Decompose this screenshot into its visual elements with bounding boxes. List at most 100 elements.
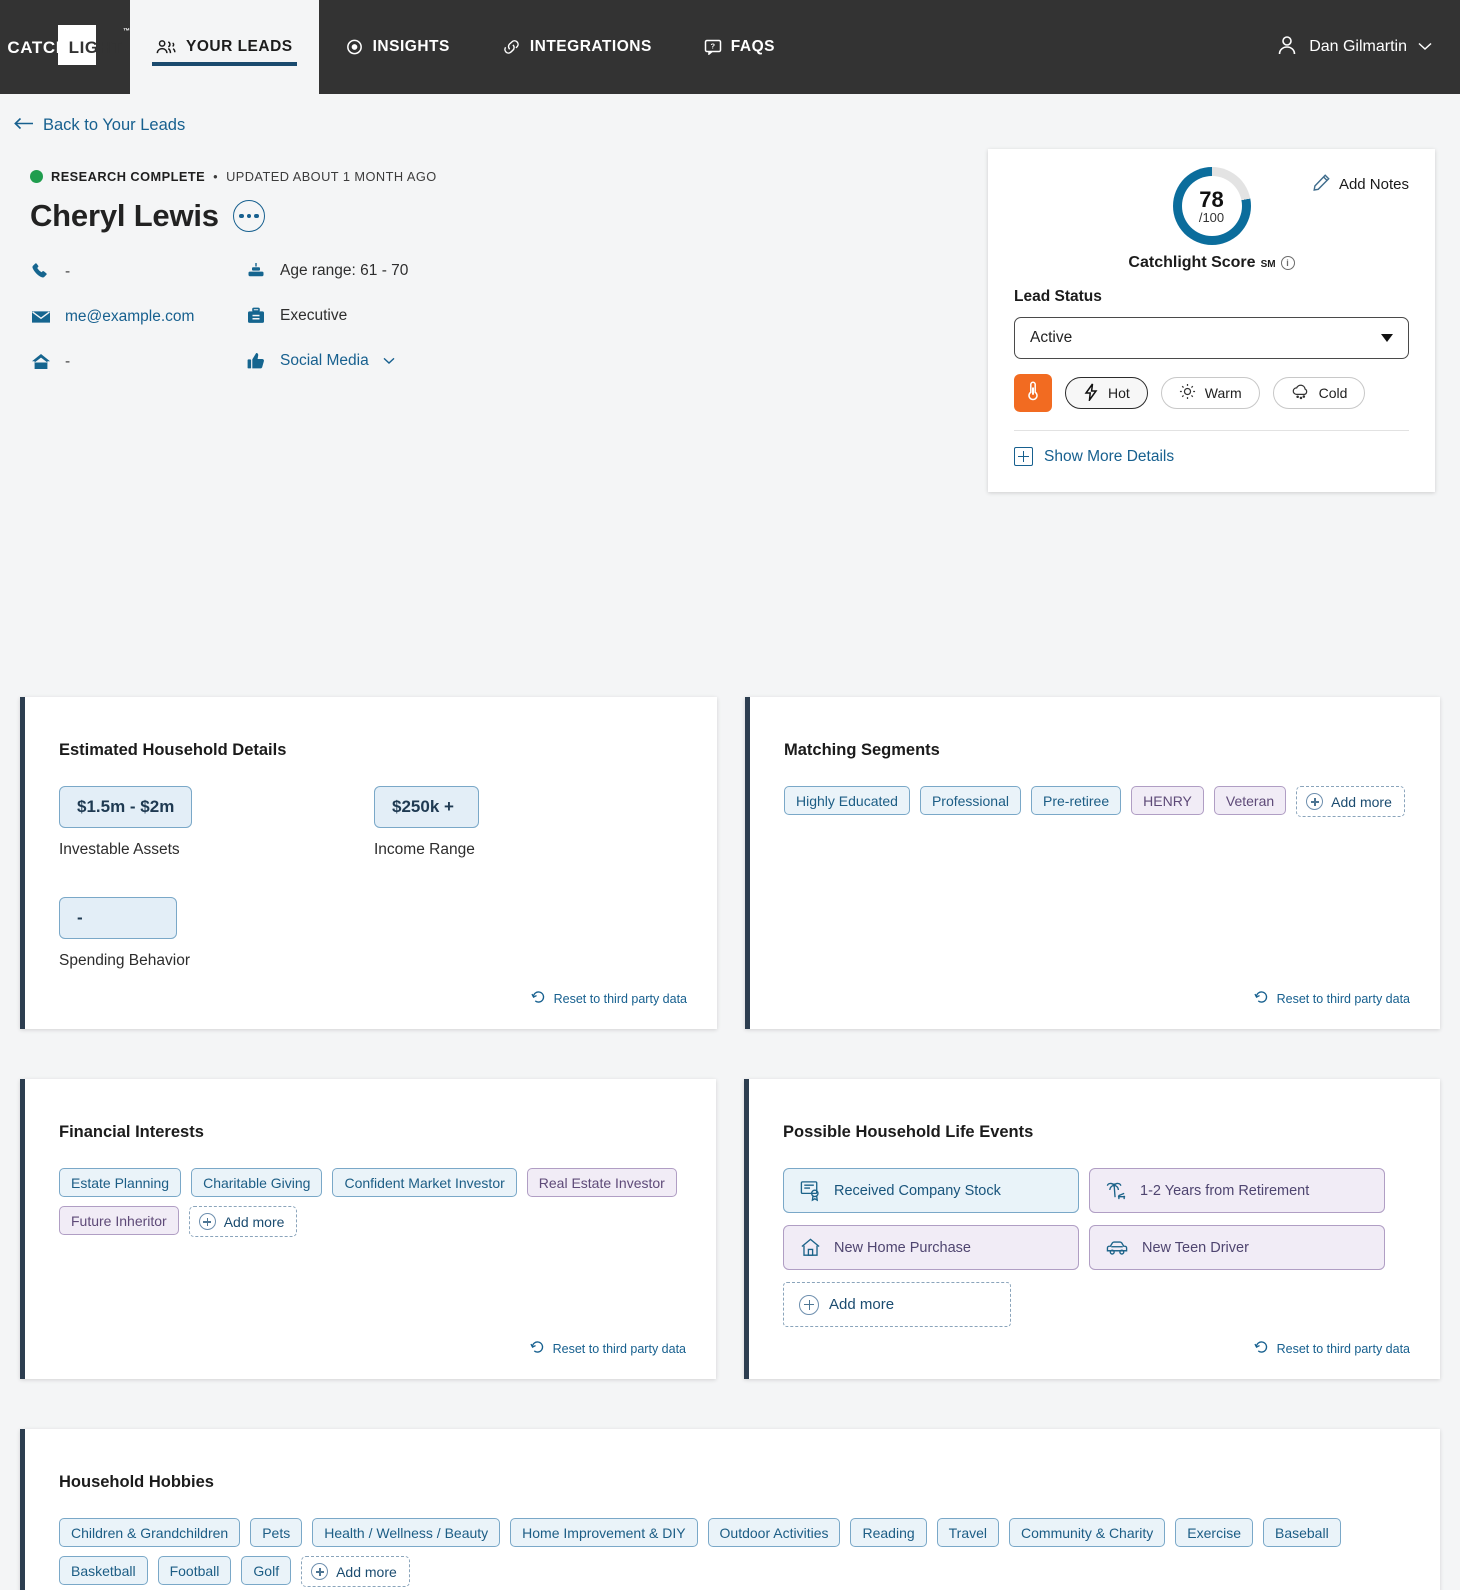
segment-chip[interactable]: Professional (919, 786, 1021, 815)
financial-chip-list: Estate Planning Charitable Giving Confid… (59, 1168, 688, 1237)
tab-integrations[interactable]: INTEGRATIONS (476, 0, 678, 94)
card-life-events-title: Possible Household Life Events (783, 1123, 1034, 1141)
temperature-hot-button[interactable]: Hot (1065, 377, 1148, 409)
palm-beach-icon (1105, 1179, 1128, 1202)
contact-column-left: - me@example.com - (30, 262, 245, 371)
plus-square-icon (1014, 447, 1033, 466)
card-household-details: Estimated Household Details $1.5m - $2m … (20, 697, 717, 1029)
reset-third-party-data-link[interactable]: Reset to third party data (530, 990, 687, 1007)
investable-assets-value[interactable]: $1.5m - $2m (59, 786, 193, 828)
investable-assets-label: Investable Assets (59, 841, 180, 858)
add-more-segments-button[interactable]: Add more (1296, 786, 1405, 817)
financial-chip[interactable]: Real Estate Investor (526, 1168, 677, 1197)
hobby-chip[interactable]: Pets (250, 1518, 303, 1547)
thermometer-button[interactable] (1014, 374, 1052, 412)
more-options-button[interactable] (232, 200, 265, 232)
reset-link-label: Reset to third party data (553, 991, 687, 1006)
card-household-hobbies: Household Hobbies Children & Grandchildr… (20, 1429, 1440, 1590)
thermometer-icon (1025, 380, 1041, 407)
hobby-chip[interactable]: Baseball (1262, 1518, 1341, 1547)
svg-text:?: ? (710, 42, 715, 51)
add-notes-label: Add Notes (1338, 176, 1409, 193)
tab-faqs-label: FAQS (730, 38, 775, 55)
catchlight-score-card: Add Notes 78 /100 Catchlight Score SM i L… (988, 149, 1435, 492)
add-notes-button[interactable]: Add Notes (1312, 173, 1409, 196)
life-event-item[interactable]: 1-2 Years from Retirement (1089, 1168, 1385, 1213)
life-event-item[interactable]: Received Company Stock (783, 1168, 1079, 1213)
home-icon (30, 353, 51, 371)
hobby-chip[interactable]: Exercise (1175, 1518, 1253, 1547)
hobby-chip[interactable]: Golf (241, 1556, 292, 1585)
social-media-row[interactable]: Social Media (245, 352, 460, 370)
info-icon[interactable]: i (1280, 256, 1295, 270)
thumbs-up-icon (245, 352, 266, 370)
user-menu[interactable]: Dan Gilmartin (1276, 0, 1432, 94)
add-more-label: Add more (1331, 793, 1392, 810)
brand-logo[interactable]: CATCHLIGHT ™ (0, 0, 130, 94)
pencil-icon (1312, 173, 1331, 196)
household-field-investable-assets: $1.5m - $2m Investable Assets (59, 786, 374, 859)
add-more-financial-button[interactable]: Add more (188, 1206, 298, 1237)
segment-chip[interactable]: Highly Educated (784, 786, 910, 815)
score-label-sup: SM (1260, 259, 1276, 270)
cards-row-2: Financial Interests Estate Planning Char… (0, 1079, 1460, 1379)
card-financial-title: Financial Interests (59, 1123, 204, 1141)
life-event-item[interactable]: New Teen Driver (1089, 1225, 1385, 1270)
contact-email-row[interactable]: me@example.com (30, 308, 245, 326)
tab-faqs[interactable]: ? FAQS (678, 0, 801, 94)
contact-phone-value: - (65, 262, 71, 280)
show-more-details-button[interactable]: Show More Details (1014, 447, 1409, 466)
hobby-chip[interactable]: Football (157, 1556, 232, 1585)
financial-chip[interactable]: Confident Market Investor (332, 1168, 517, 1197)
hobby-chip[interactable]: Health / Wellness / Beauty (312, 1518, 501, 1547)
financial-chip[interactable]: Charitable Giving (191, 1168, 323, 1197)
life-event-label: 1-2 Years from Retirement (1140, 1182, 1310, 1199)
tab-insights[interactable]: INSIGHTS (319, 0, 476, 94)
add-more-life-events-button[interactable]: Add more (783, 1282, 1011, 1327)
card-life-events: Possible Household Life Events Received … (744, 1079, 1440, 1379)
spending-behavior-label: Spending Behavior (59, 952, 190, 969)
life-event-label: Received Company Stock (834, 1182, 1001, 1199)
sun-icon (1179, 383, 1196, 403)
segment-chip[interactable]: Veteran (1213, 786, 1287, 815)
income-range-label: Income Range (374, 841, 475, 858)
reset-third-party-data-link[interactable]: Reset to third party data (1253, 990, 1410, 1007)
hobby-chip[interactable]: Travel (936, 1518, 1000, 1547)
spending-behavior-value[interactable]: - (59, 897, 177, 939)
segment-chip[interactable]: Pre-retiree (1031, 786, 1122, 815)
reset-icon (1253, 990, 1269, 1007)
segments-chip-list: Highly Educated Professional Pre-retiree… (784, 786, 1412, 817)
cards-row-1: Estimated Household Details $1.5m - $2m … (0, 697, 1460, 1029)
hobby-chip[interactable]: Community & Charity (1009, 1518, 1166, 1547)
back-to-leads-link[interactable]: Back to Your Leads (0, 94, 185, 135)
segment-chip[interactable]: HENRY (1131, 786, 1204, 815)
plus-circle-icon (311, 1563, 329, 1580)
hobby-chip[interactable]: Children & Grandchildren (59, 1518, 241, 1547)
back-to-leads-label: Back to Your Leads (43, 116, 186, 134)
hobby-chip[interactable]: Reading (850, 1518, 927, 1547)
score-label-text: Catchlight Score (1128, 254, 1256, 271)
contact-address-row: - (30, 353, 245, 371)
reset-link-label: Reset to third party data (1276, 1341, 1410, 1356)
financial-chip[interactable]: Estate Planning (59, 1168, 182, 1197)
life-event-item[interactable]: New Home Purchase (783, 1225, 1079, 1270)
page-title: Cheryl Lewis (30, 198, 219, 233)
reset-third-party-data-link[interactable]: Reset to third party data (529, 1340, 686, 1357)
financial-chip[interactable]: Future Inheritor (59, 1206, 179, 1235)
card-hobbies-title: Household Hobbies (59, 1473, 214, 1491)
lead-status-value: Active (1030, 329, 1073, 346)
reset-third-party-data-link[interactable]: Reset to third party data (1253, 1340, 1410, 1357)
hobby-chip[interactable]: Basketball (59, 1556, 148, 1585)
hobby-chip[interactable]: Outdoor Activities (707, 1518, 841, 1547)
hobby-chip[interactable]: Home Improvement & DIY (510, 1518, 698, 1547)
temperature-warm-button[interactable]: Warm (1160, 377, 1260, 409)
temperature-cold-button[interactable]: Cold (1272, 377, 1366, 409)
plus-circle-icon (799, 1294, 819, 1315)
income-range-value[interactable]: $250k + (374, 786, 479, 828)
add-more-hobbies-button[interactable]: Add more (301, 1556, 410, 1587)
tab-your-leads[interactable]: YOUR LEADS (130, 0, 319, 94)
score-label: Catchlight Score SM i (1128, 254, 1295, 272)
lead-status-select[interactable]: Active (1014, 317, 1409, 359)
score-card-divider (1014, 430, 1409, 431)
score-denominator: /100 (1198, 209, 1225, 225)
